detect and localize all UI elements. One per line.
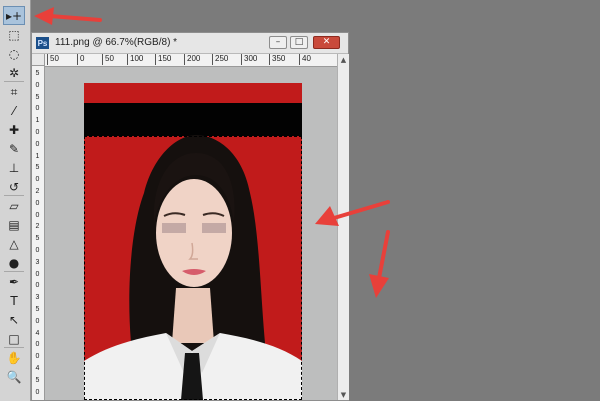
ruler-tick-label: 0 (35, 176, 40, 184)
photoshop-logo-icon: Ps (36, 37, 49, 49)
ruler-tick-label: 0 (35, 140, 40, 148)
zoom-tool-icon[interactable]: 🔍 (3, 367, 25, 386)
dodge-tool-icon[interactable]: ● (3, 253, 25, 272)
magic-wand-tool-icon[interactable]: ✲ (3, 63, 25, 82)
history-brush-tool-icon[interactable]: ↺ (3, 177, 25, 196)
close-button[interactable]: ✕ (313, 36, 340, 49)
marquee-selection[interactable] (84, 136, 302, 400)
pen-tool-icon[interactable]: ✒ (3, 272, 25, 291)
annotation-arrow-move-tool (34, 7, 102, 25)
ruler-tick-label: 5 (35, 376, 40, 384)
move-tool-icon[interactable]: ▸+ (3, 6, 25, 25)
blur-tool-icon[interactable]: △ (3, 234, 25, 253)
id-photo[interactable] (84, 83, 302, 400)
path-selection-tool-icon[interactable]: ↖ (3, 310, 25, 329)
ruler-tick-label: 5 (35, 164, 40, 172)
tools-panel: ▸+ ⬚ ◌ ✲ ⌗ ⁄ ✚ ✎ ⊥ ↺ ▱ ▤ △ ● ✒ T ↖ □ ✋ 🔍 (0, 0, 31, 401)
ruler-tick-label: 0 (77, 54, 84, 65)
ruler-tick-label: 2 (35, 223, 40, 231)
eyedropper-tool-icon[interactable]: ⁄ (3, 101, 25, 120)
marquee-tool-icon[interactable]: ⬚ (3, 25, 25, 44)
gradient-tool-icon[interactable]: ▤ (3, 215, 25, 234)
ruler-tick-label: 0 (35, 388, 40, 396)
ruler-tick-label: 300 (241, 54, 257, 65)
ruler-tick-label: 0 (35, 270, 40, 278)
ruler-tick-label: 50 (47, 54, 59, 65)
hand-tool-icon[interactable]: ✋ (3, 348, 25, 367)
annotation-arrow-down (369, 230, 390, 298)
ruler-origin[interactable] (32, 54, 45, 66)
ruler-tick-label: 3 (35, 258, 40, 266)
document-window: Ps 111.png @ 66.7%(RGB/8) * – □ ✕ 50 0 50 1… (31, 32, 349, 401)
canvas-area[interactable] (45, 67, 337, 400)
rectangle-tool-icon[interactable]: □ (3, 329, 25, 348)
ruler-tick-label: 2 (35, 188, 40, 195)
ruler-tick-label: 5 (35, 93, 40, 101)
ruler-tick-label: 1 (35, 117, 40, 125)
ruler-tick-label: 100 (127, 54, 143, 65)
ruler-tick-label: 150 (155, 54, 171, 65)
minimize-button[interactable]: – (269, 36, 287, 49)
ruler-tick-label: 4 (35, 329, 40, 337)
ruler-tick-label: 0 (35, 247, 40, 254)
lasso-tool-icon[interactable]: ◌ (3, 44, 25, 63)
ruler-tick-label: 50 (102, 54, 114, 65)
clone-stamp-tool-icon[interactable]: ⊥ (3, 158, 25, 177)
ruler-tick-label: 1 (35, 152, 40, 160)
vertical-ruler[interactable]: 5 0 5 0 1 0 0 1 5 0 2 0 0 2 5 0 3 0 0 3 5 0 4 0 0 4 5 0 (32, 66, 45, 400)
ruler-tick-label: 5 (35, 70, 40, 77)
ruler-tick-label: 3 (35, 294, 40, 302)
horizontal-ruler[interactable]: 50 0 50 100 150 200 250 300 350 40 (45, 54, 337, 67)
ruler-tick-label: 0 (35, 129, 40, 136)
ruler-tick-label: 5 (35, 306, 40, 313)
annotation-arrow-canvas (315, 200, 390, 226)
ruler-tick-label: 0 (35, 81, 40, 89)
scroll-up-arrow-icon[interactable]: ▲ (338, 54, 349, 65)
ruler-tick-label: 0 (35, 105, 40, 113)
crop-tool-icon[interactable]: ⌗ (3, 82, 25, 101)
type-tool-icon[interactable]: T (3, 291, 25, 310)
healing-brush-tool-icon[interactable]: ✚ (3, 120, 25, 139)
ruler-tick-label: 40 (299, 54, 311, 65)
ruler-tick-label: 0 (35, 199, 40, 207)
ruler-tick-label: 0 (35, 353, 40, 361)
ruler-tick-label: 0 (35, 282, 40, 290)
ruler-tick-label: 350 (269, 54, 285, 65)
ruler-tick-label: 4 (35, 365, 40, 372)
ruler-tick-label: 5 (35, 235, 40, 243)
brush-tool-icon[interactable]: ✎ (3, 139, 25, 158)
document-title-bar[interactable]: Ps 111.png @ 66.7%(RGB/8) * – □ ✕ (32, 33, 348, 54)
ruler-tick-label: 0 (35, 211, 40, 219)
scroll-down-arrow-icon[interactable]: ▼ (338, 389, 349, 400)
document-title: 111.png @ 66.7%(RGB/8) * (55, 37, 178, 48)
ruler-tick-label: 0 (35, 317, 40, 325)
ruler-tick-label: 250 (212, 54, 228, 65)
eraser-tool-icon[interactable]: ▱ (3, 196, 25, 215)
ruler-tick-label: 0 (35, 341, 40, 349)
ruler-tick-label: 200 (184, 54, 200, 65)
restore-button[interactable]: □ (290, 36, 308, 49)
